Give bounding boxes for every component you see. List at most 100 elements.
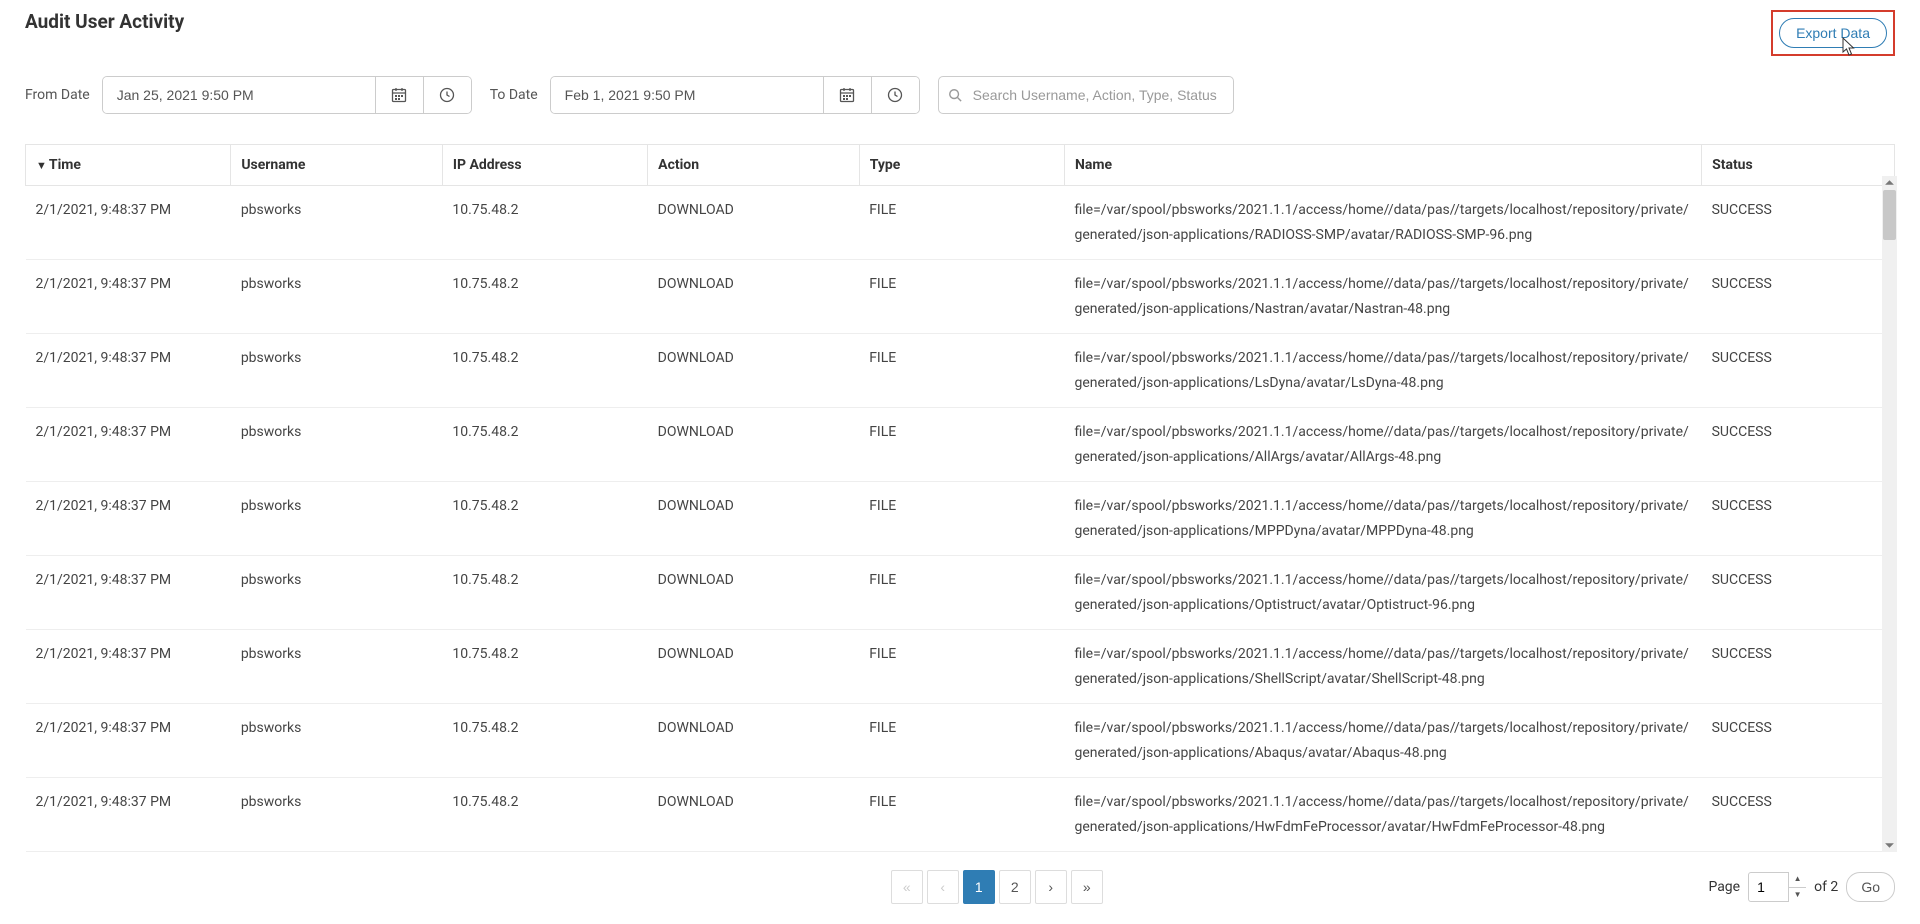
export-highlight-box: Export Data xyxy=(1771,10,1895,56)
scroll-up-icon[interactable] xyxy=(1884,177,1895,188)
cell-status: SUCCESS xyxy=(1702,778,1895,852)
cell-username: pbsworks xyxy=(231,704,443,778)
to-date-clock-button[interactable] xyxy=(871,77,919,113)
from-date-calendar-button[interactable] xyxy=(375,77,423,113)
cell-ip: 10.75.48.2 xyxy=(442,186,647,260)
page-go-button[interactable]: Go xyxy=(1846,872,1895,902)
cell-ip: 10.75.48.2 xyxy=(442,630,647,704)
page-1-button[interactable]: 1 xyxy=(963,870,995,904)
cell-action: DOWNLOAD xyxy=(648,482,860,556)
cell-name: file=/var/spool/pbsworks/2021.1.1/access… xyxy=(1065,408,1702,482)
sort-desc-icon: ▼ xyxy=(36,159,47,172)
to-date-box xyxy=(550,76,920,114)
column-header-username[interactable]: Username xyxy=(231,145,443,186)
cell-type: FILE xyxy=(859,556,1064,630)
table-row: 2/1/2021, 9:48:37 PMpbsworks10.75.48.2DO… xyxy=(26,556,1895,630)
table-row: 2/1/2021, 9:48:37 PMpbsworks10.75.48.2DO… xyxy=(26,260,1895,334)
to-date-calendar-button[interactable] xyxy=(823,77,871,113)
cell-type: FILE xyxy=(859,408,1064,482)
cell-action: DOWNLOAD xyxy=(648,260,860,334)
cell-status: SUCCESS xyxy=(1702,260,1895,334)
cell-action: DOWNLOAD xyxy=(648,778,860,852)
page-spin-up-button[interactable]: ▲ xyxy=(1789,872,1806,888)
cell-name: file=/var/spool/pbsworks/2021.1.1/access… xyxy=(1065,556,1702,630)
cell-action: DOWNLOAD xyxy=(648,334,860,408)
cell-username: pbsworks xyxy=(231,334,443,408)
cell-type: FILE xyxy=(859,778,1064,852)
cell-time: 2/1/2021, 9:48:37 PM xyxy=(26,186,231,260)
table-row: 2/1/2021, 9:48:37 PMpbsworks10.75.48.2DO… xyxy=(26,334,1895,408)
page-last-button[interactable]: » xyxy=(1071,870,1103,904)
scroll-down-icon[interactable] xyxy=(1884,840,1895,851)
cell-status: SUCCESS xyxy=(1702,334,1895,408)
column-header-status[interactable]: Status xyxy=(1702,145,1895,186)
cell-status: SUCCESS xyxy=(1702,556,1895,630)
cell-action: DOWNLOAD xyxy=(648,556,860,630)
scrollbar-track[interactable] xyxy=(1882,176,1897,852)
cell-name: file=/var/spool/pbsworks/2021.1.1/access… xyxy=(1065,260,1702,334)
table-row: 2/1/2021, 9:48:37 PMpbsworks10.75.48.2DO… xyxy=(26,186,1895,260)
cell-ip: 10.75.48.2 xyxy=(442,778,647,852)
cell-username: pbsworks xyxy=(231,408,443,482)
cell-ip: 10.75.48.2 xyxy=(442,704,647,778)
pagination: « ‹ 1 2 › » xyxy=(285,870,1708,904)
column-header-ip[interactable]: IP Address xyxy=(442,145,647,186)
filter-row: From Date To Date xyxy=(25,76,1895,114)
cell-type: FILE xyxy=(859,334,1064,408)
to-date-input[interactable] xyxy=(551,77,823,113)
cell-username: pbsworks xyxy=(231,482,443,556)
cell-status: SUCCESS xyxy=(1702,408,1895,482)
cell-type: FILE xyxy=(859,630,1064,704)
cell-action: DOWNLOAD xyxy=(648,630,860,704)
column-header-name[interactable]: Name xyxy=(1065,145,1702,186)
from-date-label: From Date xyxy=(25,87,90,103)
cell-time: 2/1/2021, 9:48:37 PM xyxy=(26,630,231,704)
cell-username: pbsworks xyxy=(231,186,443,260)
table-row: 2/1/2021, 9:48:37 PMpbsworks10.75.48.2DO… xyxy=(26,778,1895,852)
scrollbar-thumb[interactable] xyxy=(1883,190,1896,240)
page-next-button[interactable]: › xyxy=(1035,870,1067,904)
page-2-button[interactable]: 2 xyxy=(999,870,1031,904)
cell-name: file=/var/spool/pbsworks/2021.1.1/access… xyxy=(1065,482,1702,556)
to-date-label: To Date xyxy=(490,87,538,103)
cell-ip: 10.75.48.2 xyxy=(442,556,647,630)
column-header-type[interactable]: Type xyxy=(859,145,1064,186)
cell-type: FILE xyxy=(859,186,1064,260)
table-row: 2/1/2021, 9:48:37 PMpbsworks10.75.48.2DO… xyxy=(26,482,1895,556)
cell-name: file=/var/spool/pbsworks/2021.1.1/access… xyxy=(1065,334,1702,408)
cell-username: pbsworks xyxy=(231,778,443,852)
search-icon xyxy=(948,88,962,102)
cell-name: file=/var/spool/pbsworks/2021.1.1/access… xyxy=(1065,778,1702,852)
page-title: Audit User Activity xyxy=(25,10,184,33)
calendar-icon xyxy=(839,87,855,103)
from-date-input[interactable] xyxy=(103,77,375,113)
table-row: 2/1/2021, 9:48:37 PMpbsworks10.75.48.2DO… xyxy=(26,630,1895,704)
cell-time: 2/1/2021, 9:48:37 PM xyxy=(26,778,231,852)
export-data-button[interactable]: Export Data xyxy=(1779,18,1887,48)
cell-username: pbsworks xyxy=(231,260,443,334)
page-of-label: of 2 xyxy=(1814,879,1838,895)
page-first-button[interactable]: « xyxy=(891,870,923,904)
from-date-box xyxy=(102,76,472,114)
table-row: 2/1/2021, 9:48:37 PMpbsworks10.75.48.2DO… xyxy=(26,408,1895,482)
cell-ip: 10.75.48.2 xyxy=(442,482,647,556)
cell-username: pbsworks xyxy=(231,630,443,704)
cell-username: pbsworks xyxy=(231,556,443,630)
search-input[interactable] xyxy=(938,76,1234,114)
from-date-clock-button[interactable] xyxy=(423,77,471,113)
calendar-icon xyxy=(391,87,407,103)
page-prev-button[interactable]: ‹ xyxy=(927,870,959,904)
table-row: 2/1/2021, 9:48:37 PMpbsworks10.75.48.2DO… xyxy=(26,704,1895,778)
column-header-time[interactable]: ▼Time xyxy=(26,145,231,186)
cell-time: 2/1/2021, 9:48:37 PM xyxy=(26,408,231,482)
page-spin-down-button[interactable]: ▼ xyxy=(1789,888,1806,903)
cell-time: 2/1/2021, 9:48:37 PM xyxy=(26,704,231,778)
cell-status: SUCCESS xyxy=(1702,704,1895,778)
cell-action: DOWNLOAD xyxy=(648,704,860,778)
cell-name: file=/var/spool/pbsworks/2021.1.1/access… xyxy=(1065,704,1702,778)
cell-type: FILE xyxy=(859,482,1064,556)
cell-time: 2/1/2021, 9:48:37 PM xyxy=(26,556,231,630)
clock-icon xyxy=(439,87,455,103)
column-header-action[interactable]: Action xyxy=(648,145,860,186)
cell-status: SUCCESS xyxy=(1702,630,1895,704)
